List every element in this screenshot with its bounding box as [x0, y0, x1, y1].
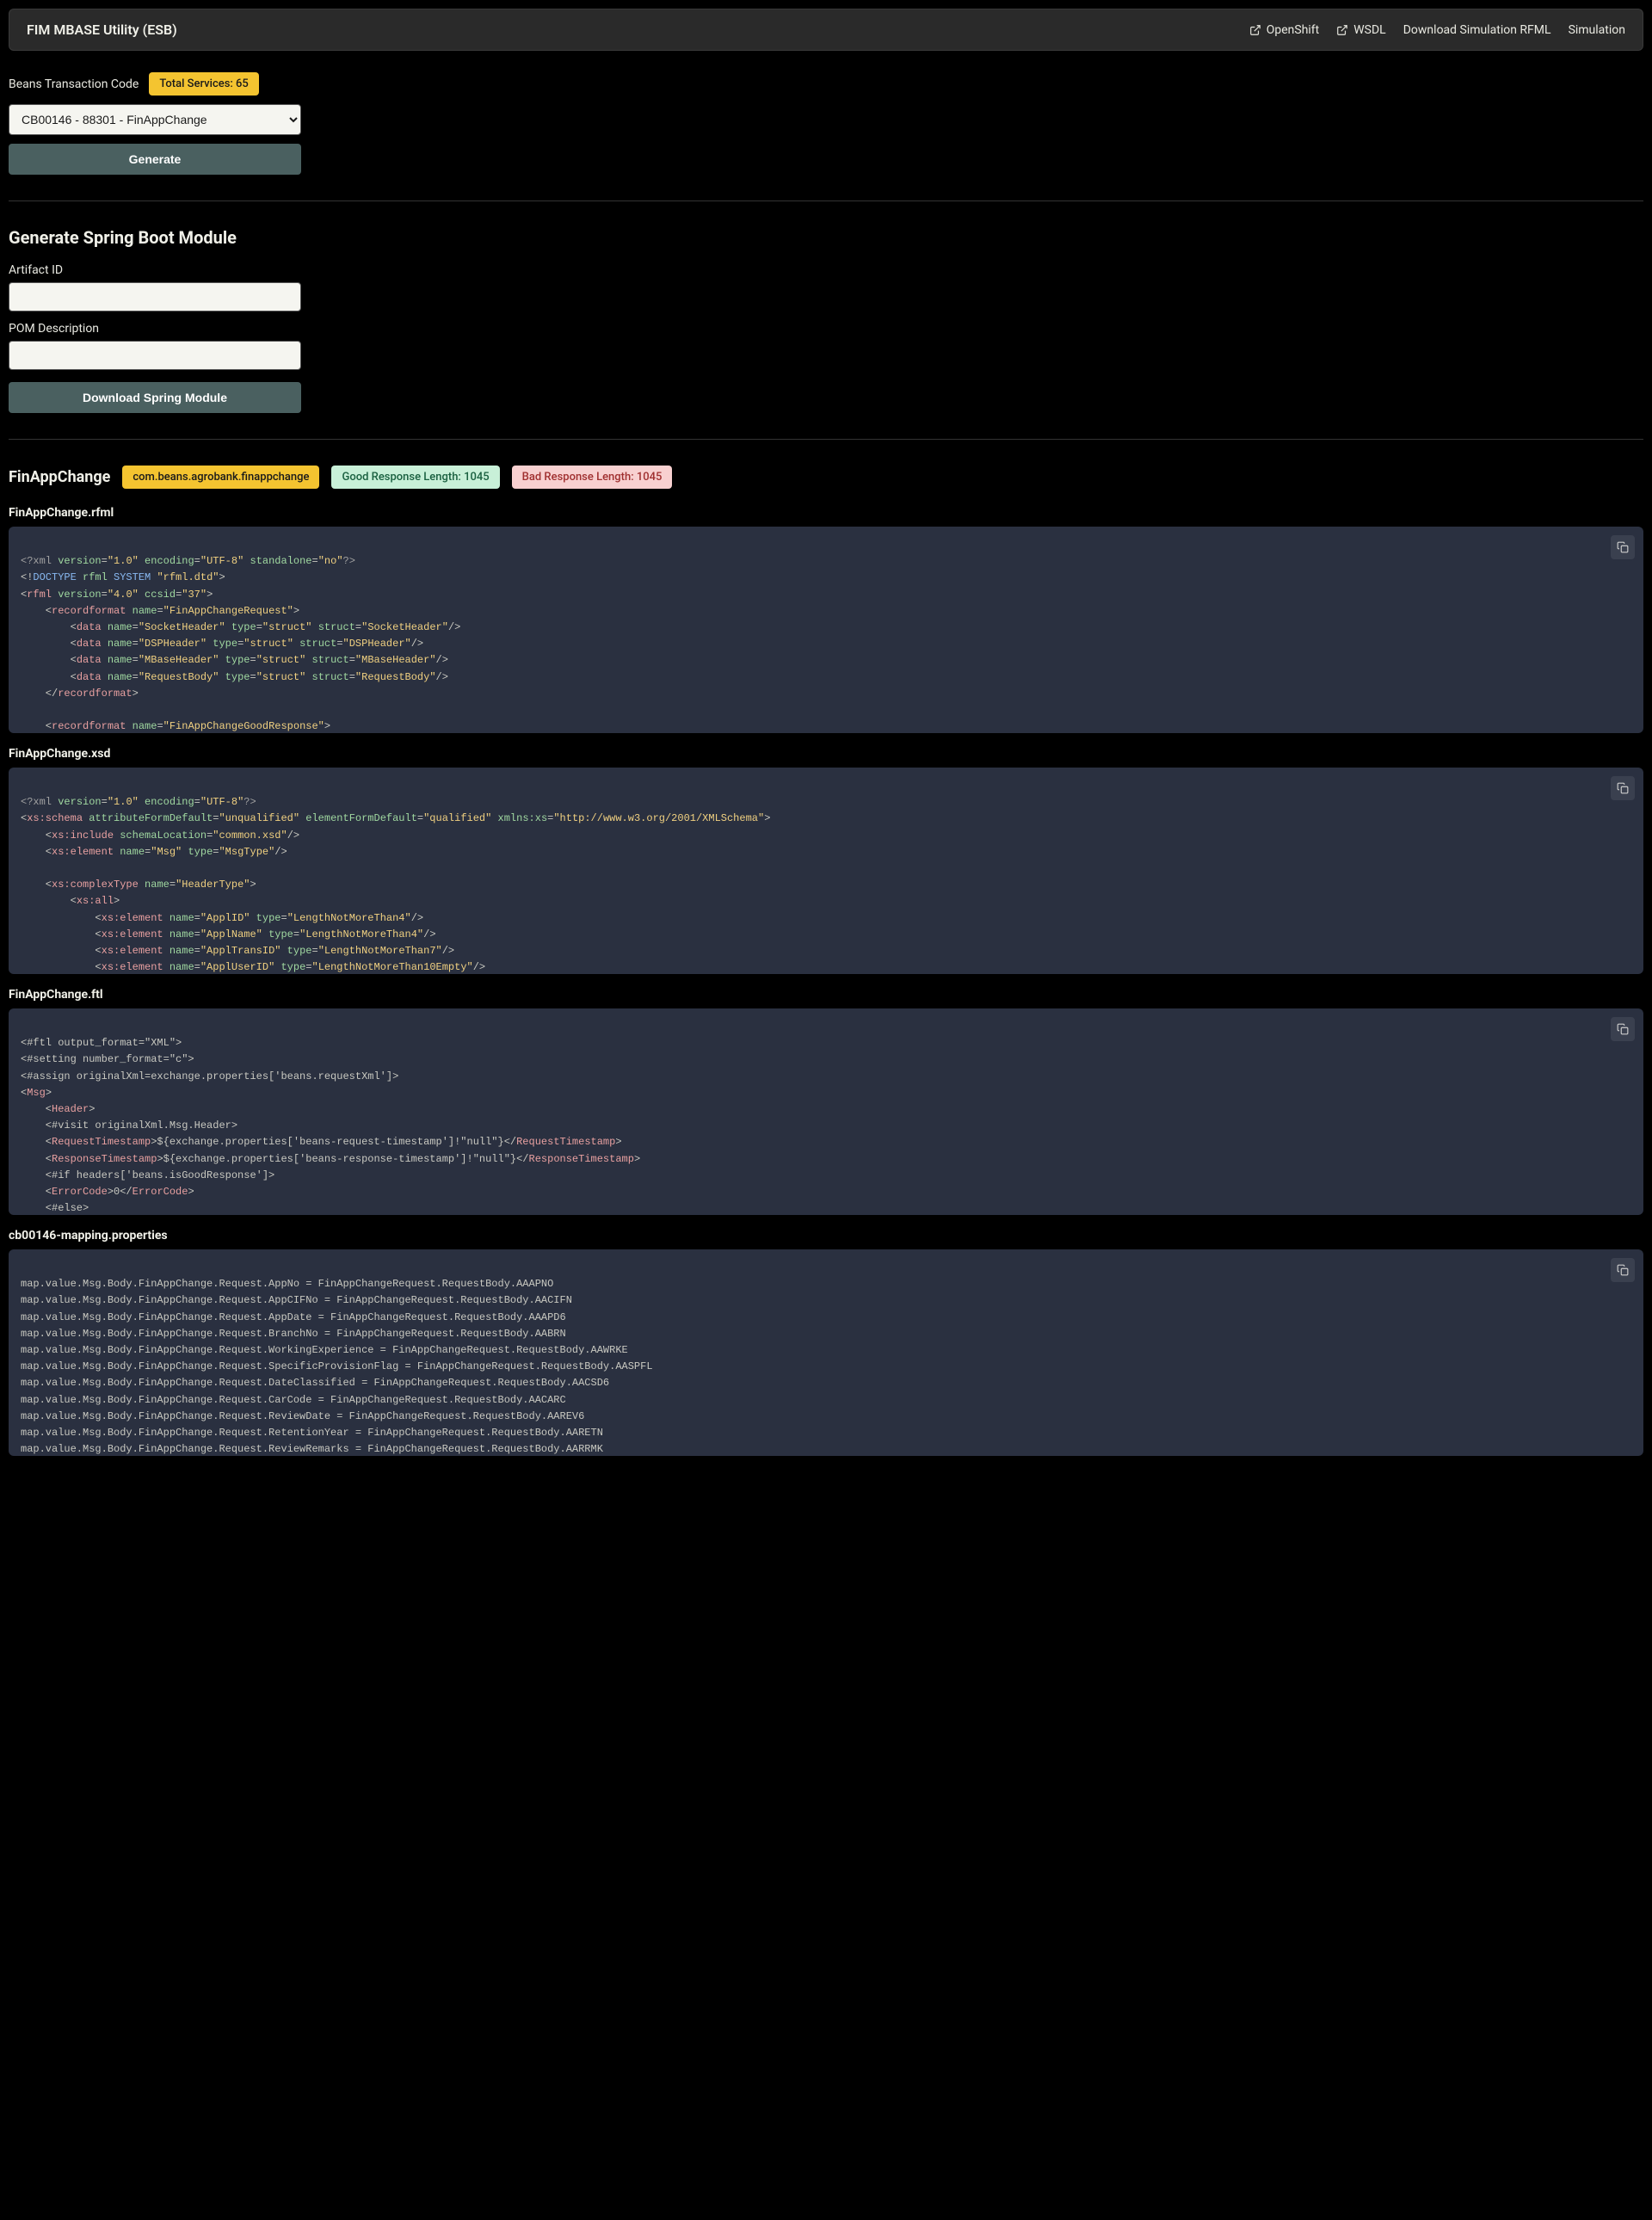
- ftl-title: FinAppChange.ftl: [9, 988, 1643, 1002]
- download-spring-button[interactable]: Download Spring Module: [9, 382, 301, 413]
- external-link-icon: [1336, 24, 1348, 36]
- generate-button[interactable]: Generate: [9, 144, 301, 175]
- detail-name: FinAppChange: [9, 468, 110, 486]
- artifact-id-label: Artifact ID: [9, 263, 1643, 277]
- link-wsdl[interactable]: WSDL: [1336, 23, 1385, 37]
- trx-code-label: Beans Transaction Code: [9, 77, 139, 91]
- link-simulation[interactable]: Simulation: [1569, 23, 1625, 37]
- xsd-title: FinAppChange.xsd: [9, 747, 1643, 761]
- trx-code-select[interactable]: CB00146 - 88301 - FinAppChange: [9, 104, 301, 135]
- props-code: map.value.Msg.Body.FinAppChange.Request.…: [9, 1249, 1643, 1456]
- clipboard-icon: [1617, 541, 1629, 553]
- copy-button[interactable]: [1611, 1258, 1635, 1282]
- clipboard-icon: [1617, 1023, 1629, 1035]
- pom-desc-input[interactable]: [9, 341, 301, 370]
- app-title: FIM MBASE Utility (ESB): [27, 22, 177, 38]
- rfml-code: <?xml version="1.0" encoding="UTF-8" sta…: [9, 527, 1643, 733]
- app-header: FIM MBASE Utility (ESB) OpenShift WSDL D…: [9, 9, 1643, 51]
- copy-button[interactable]: [1611, 776, 1635, 800]
- ftl-code: <#ftl output_format="XML"> <#setting num…: [9, 1008, 1643, 1215]
- divider: [9, 200, 1643, 201]
- props-title: cb00146-mapping.properties: [9, 1229, 1643, 1243]
- external-link-icon: [1249, 24, 1261, 36]
- spring-heading: Generate Spring Boot Module: [9, 227, 1643, 248]
- artifact-id-input[interactable]: [9, 282, 301, 311]
- link-openshift[interactable]: OpenShift: [1249, 23, 1320, 37]
- copy-button[interactable]: [1611, 535, 1635, 559]
- rfml-title: FinAppChange.rfml: [9, 506, 1643, 520]
- bad-length-badge: Bad Response Length: 1045: [512, 466, 673, 489]
- link-download-rfml[interactable]: Download Simulation RFML: [1403, 23, 1551, 37]
- header-links: OpenShift WSDL Download Simulation RFML …: [1249, 23, 1625, 37]
- trx-code-row: Beans Transaction Code Total Services: 6…: [9, 72, 1643, 96]
- package-badge: com.beans.agrobank.finappchange: [122, 466, 319, 489]
- copy-button[interactable]: [1611, 1017, 1635, 1041]
- total-services-badge: Total Services: 65: [149, 72, 258, 96]
- xsd-code: <?xml version="1.0" encoding="UTF-8"?> <…: [9, 768, 1643, 974]
- good-length-badge: Good Response Length: 1045: [331, 466, 499, 489]
- clipboard-icon: [1617, 1264, 1629, 1276]
- clipboard-icon: [1617, 782, 1629, 794]
- pom-desc-label: POM Description: [9, 322, 1643, 336]
- detail-badges: FinAppChange com.beans.agrobank.finappch…: [9, 466, 1643, 489]
- divider: [9, 439, 1643, 440]
